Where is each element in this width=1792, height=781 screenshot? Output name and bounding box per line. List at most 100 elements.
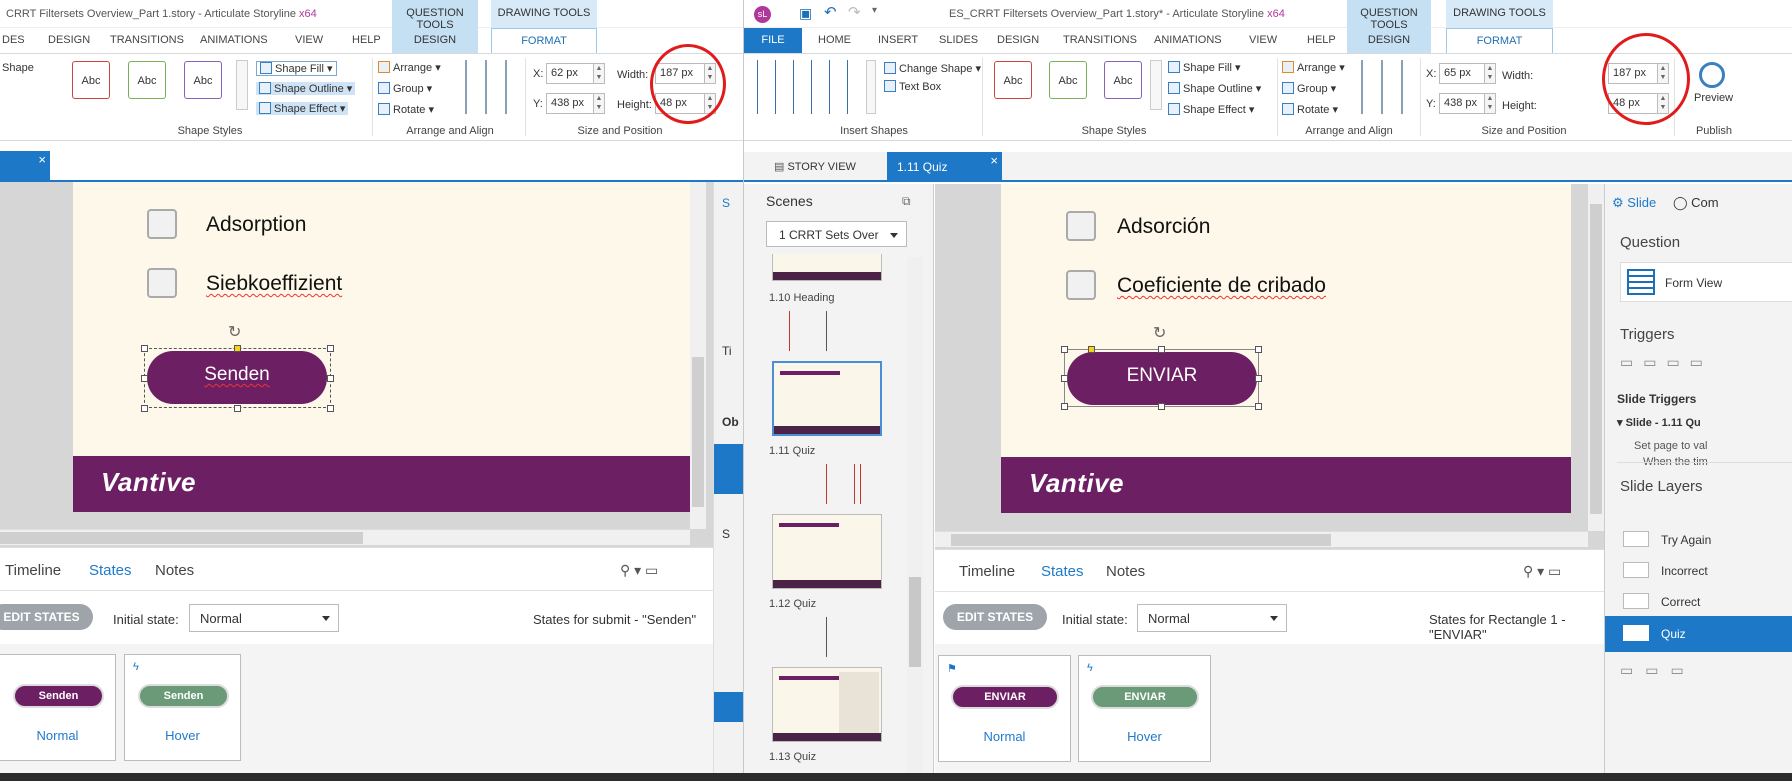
style-sample-green[interactable]: Abc bbox=[128, 61, 166, 99]
tab-transitions[interactable]: TRANSITIONS bbox=[1063, 34, 1137, 46]
rotate-button[interactable]: Rotate ▾ bbox=[1282, 103, 1338, 116]
panel-options-icon[interactable]: ⚲ ▾ ▭ bbox=[1523, 563, 1561, 580]
change-shape-button[interactable]: Change Shape ▾ bbox=[884, 62, 981, 75]
initial-state-select[interactable]: Normal bbox=[1137, 604, 1287, 632]
resize-handle[interactable] bbox=[141, 405, 148, 412]
tab-format[interactable]: FORMAT bbox=[1446, 28, 1553, 53]
shape-effect-button[interactable]: Shape Effect ▾ bbox=[1168, 103, 1254, 116]
style-sample-green[interactable]: Abc bbox=[1049, 61, 1087, 99]
slide-thumbnail[interactable] bbox=[772, 254, 882, 281]
rotate-handle-icon[interactable]: ↻ bbox=[1153, 323, 1166, 343]
tab-animations[interactable]: ANIMATIONS bbox=[200, 34, 268, 46]
text-box-button[interactable]: Text Box bbox=[884, 80, 941, 93]
resize-handle[interactable] bbox=[1255, 346, 1262, 353]
style-sample-red[interactable]: Abc bbox=[994, 61, 1032, 99]
selection-box[interactable] bbox=[144, 348, 331, 408]
undo-icon[interactable]: ↶ bbox=[824, 3, 837, 21]
tab-quiz[interactable]: 1.11 Quiz × bbox=[887, 152, 1002, 182]
resize-handle[interactable] bbox=[234, 405, 241, 412]
layer-item[interactable]: Incorrect bbox=[1623, 562, 1708, 578]
resize-handle[interactable] bbox=[327, 345, 334, 352]
state-card-normal[interactable]: ⚑ ENVIAR Normal bbox=[938, 655, 1071, 762]
tab-animations[interactable]: ANIMATIONS bbox=[1154, 34, 1222, 46]
tab-notes[interactable]: Notes bbox=[1106, 563, 1145, 580]
align-icons-grid[interactable] bbox=[460, 60, 518, 114]
tab-design[interactable]: DESIGN bbox=[48, 34, 90, 46]
close-icon[interactable]: × bbox=[990, 153, 998, 168]
tab-states[interactable]: States bbox=[1041, 563, 1084, 580]
vertical-scrollbar[interactable] bbox=[690, 182, 706, 529]
scene-select[interactable]: 1 CRRT Sets Over bbox=[766, 221, 907, 247]
style-sample-purple[interactable]: Abc bbox=[1104, 61, 1142, 99]
scenes-scrollbar[interactable] bbox=[907, 257, 923, 773]
tab-design[interactable]: DESIGN bbox=[997, 34, 1039, 46]
resize-handle[interactable] bbox=[141, 375, 148, 382]
tab-view[interactable]: VIEW bbox=[1249, 34, 1277, 46]
x-field[interactable]: 62 px bbox=[546, 63, 594, 84]
x-spinner[interactable]: ▲ ▼ bbox=[1485, 63, 1496, 84]
resize-handle[interactable] bbox=[141, 345, 148, 352]
adjust-handle[interactable] bbox=[1088, 346, 1095, 353]
arrange-button[interactable]: Arrange ▾ bbox=[378, 61, 441, 74]
initial-state-select[interactable]: Normal bbox=[189, 604, 339, 632]
resize-handle[interactable] bbox=[1061, 375, 1068, 382]
tab-file[interactable]: FILE bbox=[744, 28, 802, 53]
x-spinner[interactable]: ▲ ▼ bbox=[594, 63, 605, 84]
x-field[interactable]: 65 px bbox=[1439, 63, 1485, 84]
resize-handle[interactable] bbox=[327, 405, 334, 412]
adjust-handle[interactable] bbox=[234, 345, 241, 352]
align-icons-grid[interactable] bbox=[1356, 60, 1414, 114]
panel-restore-icon[interactable]: ⧉ bbox=[902, 194, 911, 209]
vertical-scrollbar[interactable] bbox=[1588, 184, 1604, 531]
resize-handle[interactable] bbox=[327, 375, 334, 382]
shape-effect-button[interactable]: Shape Effect ▾ bbox=[256, 102, 349, 115]
layer-item[interactable]: Correct bbox=[1623, 593, 1700, 609]
resize-handle[interactable] bbox=[1255, 403, 1262, 410]
tab-transitions[interactable]: TRANSITIONS bbox=[110, 34, 184, 46]
tab-slide-props[interactable]: ⚙ Slide bbox=[1612, 195, 1656, 211]
tab-format[interactable]: FORMAT bbox=[491, 28, 597, 53]
redo-icon[interactable]: ↷ bbox=[848, 3, 861, 21]
style-gallery-scroll[interactable] bbox=[236, 60, 248, 110]
option-checkbox[interactable] bbox=[147, 268, 177, 298]
tab-story-view[interactable]: ▤ STORY VIEW bbox=[774, 160, 856, 173]
resize-handle[interactable] bbox=[1158, 403, 1165, 410]
tab-view[interactable]: VIEW bbox=[295, 34, 323, 46]
tab-timeline[interactable]: Timeline bbox=[959, 563, 1015, 580]
tab-notes[interactable]: Notes bbox=[155, 562, 194, 579]
close-icon[interactable]: × bbox=[38, 152, 46, 167]
tab-help[interactable]: HELP bbox=[352, 34, 381, 46]
trigger-set-page[interactable]: Set page to val bbox=[1634, 440, 1707, 452]
style-sample-purple[interactable]: Abc bbox=[184, 61, 222, 99]
group-button[interactable]: Group ▾ bbox=[378, 82, 432, 95]
resize-handle[interactable] bbox=[1061, 403, 1068, 410]
y-field[interactable]: 438 px bbox=[546, 93, 594, 114]
panel-options-icon[interactable]: ⚲ ▾ ▭ bbox=[620, 562, 658, 579]
tab-states[interactable]: States bbox=[89, 562, 132, 579]
slide-thumbnail[interactable] bbox=[772, 667, 882, 742]
y-spinner[interactable]: ▲ ▼ bbox=[594, 93, 605, 114]
shape-outline-button[interactable]: Shape Outline ▾ bbox=[1168, 82, 1261, 95]
horizontal-scrollbar[interactable] bbox=[0, 529, 690, 545]
tab-question-design[interactable]: DESIGN bbox=[1347, 28, 1431, 53]
shape-fill-button[interactable]: Shape Fill ▾ bbox=[1168, 61, 1241, 74]
layer-item[interactable]: Try Again bbox=[1623, 531, 1711, 547]
shape-gallery-scroll[interactable] bbox=[866, 60, 876, 114]
y-spinner[interactable]: ▲ ▼ bbox=[1485, 93, 1496, 114]
arrange-button[interactable]: Arrange ▾ bbox=[1282, 61, 1345, 74]
shape-label[interactable]: Shape bbox=[2, 62, 34, 74]
quick-access-menu-icon[interactable]: ▾ bbox=[872, 5, 877, 16]
tab-question-design[interactable]: DESIGN bbox=[392, 28, 478, 53]
resize-handle[interactable] bbox=[1255, 375, 1262, 382]
rotate-button[interactable]: Rotate ▾ bbox=[378, 103, 434, 116]
shape-gallery[interactable] bbox=[754, 60, 864, 114]
save-icon[interactable]: ▣ bbox=[799, 5, 812, 22]
state-card-normal[interactable]: Senden Normal bbox=[0, 654, 116, 761]
doc-tab-active[interactable]: × bbox=[0, 151, 50, 181]
layer-item-selected[interactable]: Quiz bbox=[1605, 616, 1792, 652]
rotate-handle-icon[interactable]: ↻ bbox=[228, 322, 241, 342]
edit-states-button[interactable]: EDIT STATES bbox=[0, 604, 93, 630]
tab-des[interactable]: DES bbox=[2, 34, 25, 46]
state-card-hover[interactable]: ϟ Senden Hover bbox=[124, 654, 241, 761]
shape-outline-button[interactable]: Shape Outline ▾ bbox=[256, 82, 356, 95]
